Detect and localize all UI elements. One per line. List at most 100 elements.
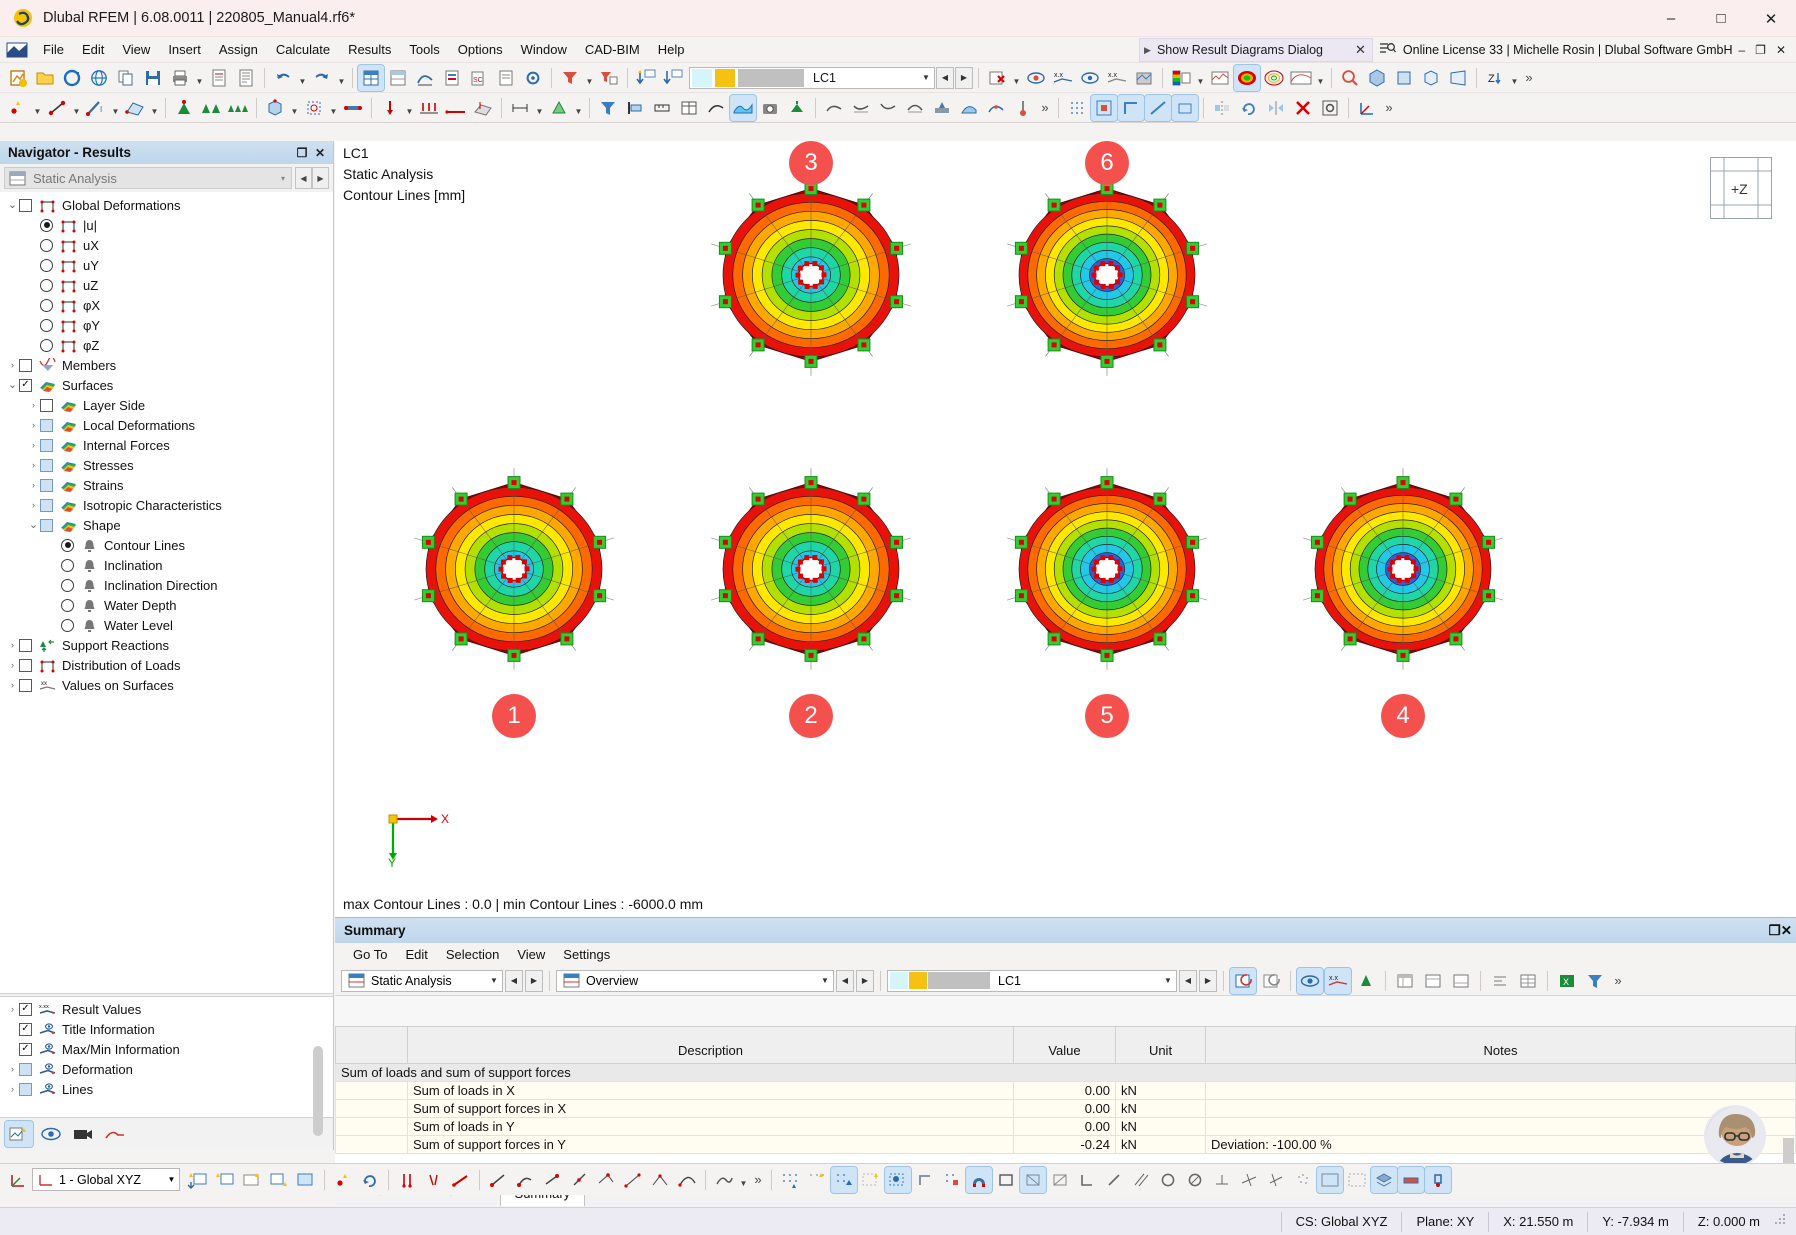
contour-active-icon[interactable] <box>729 93 757 122</box>
summary-view-next[interactable]: ▶ <box>856 969 874 992</box>
line-snap-icon[interactable] <box>1144 93 1172 122</box>
result-diagram-icon[interactable] <box>412 65 438 91</box>
menu-item-tools[interactable]: Tools <box>400 39 448 60</box>
table-column-header[interactable]: Unit <box>1115 1026 1206 1064</box>
nav-next-button[interactable]: ▶ <box>312 167 329 189</box>
redo-icon[interactable] <box>309 65 335 91</box>
tree-item-global-deformations[interactable]: ⌄ Global Deformations <box>0 195 333 215</box>
plot-badge-4[interactable]: 4 <box>1381 694 1425 738</box>
chevron-down-icon[interactable]: ▼ <box>164 1175 179 1184</box>
tree-item-deformation[interactable]: › Deformation <box>0 1059 333 1079</box>
surface-support-icon[interactable] <box>225 95 251 121</box>
solid-icon[interactable] <box>262 95 288 121</box>
curve-fill-icon[interactable] <box>956 95 982 121</box>
radio-button[interactable] <box>61 618 74 632</box>
tree-item-isotropic-characteristics[interactable]: › Isotropic Characteristics <box>0 495 333 515</box>
tree-item-members[interactable]: › Members <box>0 355 333 375</box>
align-left-icon[interactable] <box>622 95 648 121</box>
refresh-icon[interactable] <box>59 65 85 91</box>
table-view-icon[interactable] <box>385 65 411 91</box>
nodal-support-icon[interactable] <box>171 95 197 121</box>
line2-snap-icon[interactable] <box>1128 1167 1154 1193</box>
filter-results-icon[interactable] <box>557 65 583 91</box>
print-icon[interactable] <box>167 65 193 91</box>
tree-item-shape[interactable]: ⌄ Shape <box>0 515 333 535</box>
tree-item-uz[interactable]: uZ <box>0 275 333 295</box>
line-dropdown-caret[interactable]: ▼ <box>71 95 82 121</box>
radio-button[interactable] <box>61 538 74 552</box>
tangent-snap-icon[interactable] <box>1236 1167 1262 1193</box>
load-arrow-1-icon[interactable] <box>394 1167 420 1193</box>
export-lc-icon[interactable] <box>660 65 686 91</box>
dimension-caret[interactable]: ▼ <box>534 95 545 121</box>
plot-badge-6[interactable]: 6 <box>1085 141 1129 185</box>
contour-plot-5[interactable] <box>992 454 1222 687</box>
summary-table-container[interactable]: Description Value Unit Notes Sum of loads a… <box>335 1026 1796 1171</box>
summary-load-case-combo[interactable]: LC1 ▼ <box>887 969 1177 992</box>
grid-table-icon[interactable] <box>676 95 702 121</box>
line-draw-4-icon[interactable] <box>566 1167 592 1193</box>
summary-analysis-prev[interactable]: ◀ <box>505 969 523 992</box>
tree-item-uy[interactable]: uY <box>0 255 333 275</box>
coordinate-sys-icon[interactable] <box>1354 95 1380 121</box>
radio-button[interactable] <box>40 318 53 332</box>
chevron-right-icon[interactable]: › <box>6 640 19 650</box>
zoom-in-icon[interactable] <box>1337 65 1363 91</box>
inner-close-button[interactable]: ✕ <box>1776 43 1786 57</box>
snap-grid-1-icon[interactable] <box>777 1167 803 1193</box>
tree-item-title-information[interactable]: ✓ Title Information <box>0 1019 333 1039</box>
opening-dropdown-caret[interactable]: ▼ <box>328 95 339 121</box>
delete-dropdown-caret[interactable]: ▼ <box>1011 65 1022 91</box>
cross2-snap-icon[interactable] <box>1047 1167 1073 1193</box>
chevron-right-icon[interactable]: › <box>6 360 19 370</box>
resize-grip-icon[interactable] <box>1774 1213 1796 1230</box>
printout-icon[interactable] <box>439 65 465 91</box>
settings2-icon[interactable] <box>1317 95 1343 121</box>
checkbox[interactable] <box>19 198 32 212</box>
delete-x-icon[interactable] <box>1290 95 1316 121</box>
ortho-mode-icon[interactable] <box>912 1167 938 1193</box>
contour-plot-3[interactable] <box>696 160 926 393</box>
chevron-right-icon[interactable]: › <box>27 440 40 450</box>
menu-item-calculate[interactable]: Calculate <box>267 39 339 60</box>
close-icon[interactable]: ✕ <box>1781 923 1792 939</box>
summary-menu-view[interactable]: View <box>508 945 554 964</box>
menu-item-cad-bim[interactable]: CAD-BIM <box>576 39 649 60</box>
support-vis-icon[interactable] <box>1424 1165 1452 1194</box>
summary-refresh2-icon[interactable] <box>1258 968 1284 994</box>
line-draw-1-icon[interactable] <box>485 1167 511 1193</box>
open-model-icon[interactable] <box>32 65 58 91</box>
tree-item-ux[interactable]: uX <box>0 235 333 255</box>
results-nav-icon[interactable] <box>1207 65 1233 91</box>
radio-button[interactable] <box>61 598 74 612</box>
deform-icon[interactable] <box>848 95 874 121</box>
summary-menu-selection[interactable]: Selection <box>437 945 508 964</box>
nav-prev-button[interactable]: ◀ <box>295 167 312 189</box>
tree-item-water-depth[interactable]: Water Depth <box>0 595 333 615</box>
print-dropdown-caret[interactable]: ▼ <box>194 65 205 91</box>
result-diagram-panel-icon[interactable] <box>1288 65 1314 91</box>
member-load-2-icon[interactable] <box>448 1167 474 1193</box>
model-3d-icon[interactable] <box>86 65 112 91</box>
save-icon[interactable] <box>140 65 166 91</box>
ortho-snap-icon[interactable] <box>1117 93 1145 122</box>
print-preview-icon[interactable] <box>493 65 519 91</box>
checkbox[interactable] <box>40 498 53 512</box>
osnap-icon[interactable] <box>939 1167 965 1193</box>
snap-grid-2-icon[interactable] <box>804 1167 830 1193</box>
checkbox[interactable] <box>40 438 53 452</box>
perp-snap-icon[interactable] <box>1209 1167 1235 1193</box>
show-surfaces-icon[interactable] <box>1077 65 1103 91</box>
line-draw-6-icon[interactable] <box>620 1167 646 1193</box>
import-lc-icon[interactable] <box>633 65 659 91</box>
menu-item-insert[interactable]: Insert <box>159 39 210 60</box>
new-member-icon[interactable]: I <box>83 95 109 121</box>
tree-item-values-on-surfaces[interactable]: › xx Values on Surfaces <box>0 675 333 695</box>
tree-item--z[interactable]: φZ <box>0 335 333 355</box>
rect-snap-icon[interactable] <box>993 1167 1019 1193</box>
tree-item-surfaces[interactable]: ⌄ ✓ Surfaces <box>0 375 333 395</box>
summary-analysis-combo[interactable]: Static Analysis ▼ <box>341 969 503 992</box>
plot-badge-5[interactable]: 5 <box>1085 694 1129 738</box>
summary-view-combo[interactable]: Overview ▼ <box>556 969 834 992</box>
line-draw-5-icon[interactable] <box>593 1167 619 1193</box>
